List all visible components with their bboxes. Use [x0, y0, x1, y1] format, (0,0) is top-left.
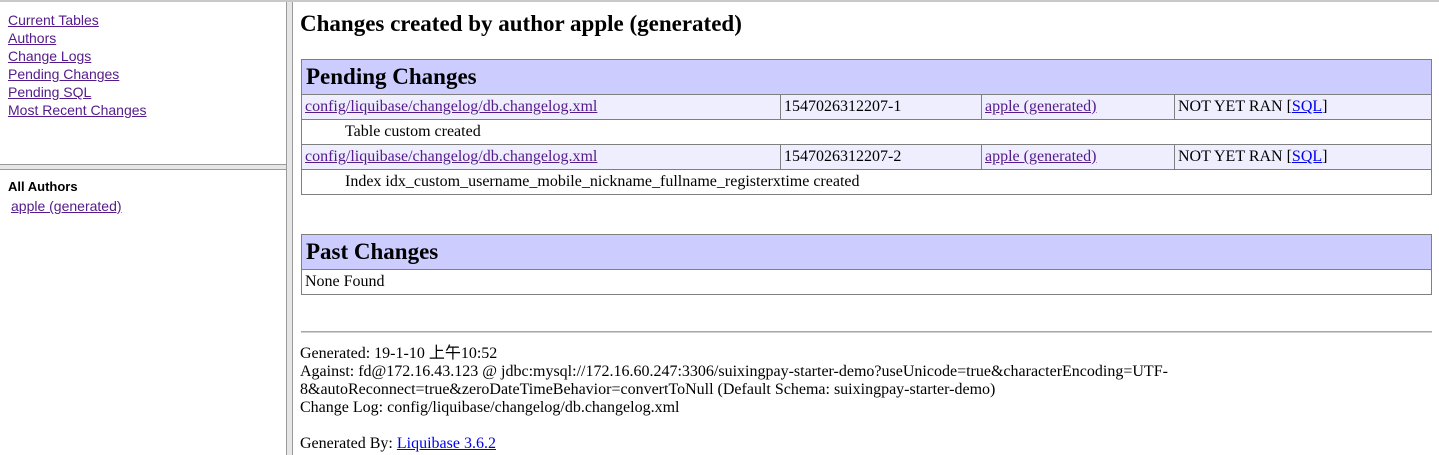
frame-vertical-splitter[interactable] — [286, 2, 293, 455]
sql-link[interactable]: SQL — [1292, 148, 1322, 165]
generated-by-label: Generated By: — [300, 435, 397, 452]
nav-frame: Current Tables Authors Change Logs Pendi… — [0, 2, 286, 166]
changeset-author-link[interactable]: apple (generated) — [985, 98, 1096, 115]
pending-changes-heading: Pending Changes — [301, 59, 1432, 95]
past-changes-table: Past Changes None Found — [301, 234, 1432, 295]
page-title: Changes created by author apple (generat… — [300, 11, 742, 36]
footer: Generated: 19-1-10 上午10:52 Against: fd@1… — [300, 345, 1420, 453]
left-frame: Current Tables Authors Change Logs Pendi… — [0, 2, 286, 455]
nav-change-logs-link[interactable]: Change Logs — [8, 47, 91, 65]
liquibase-link[interactable]: Liquibase 3.6.2 — [397, 435, 496, 452]
nav-most-recent-changes-link[interactable]: Most Recent Changes — [8, 101, 147, 119]
change-log-path: Change Log: config/liquibase/changelog/d… — [300, 399, 680, 416]
changelog-file-link[interactable]: config/liquibase/changelog/db.changelog.… — [305, 98, 597, 115]
changelog-file-link[interactable]: config/liquibase/changelog/db.changelog.… — [305, 148, 597, 165]
no-past-changes-text: None Found — [301, 269, 1432, 295]
changeset-description: Index idx_custom_username_mobile_nicknam… — [301, 169, 1432, 195]
status-text: NOT YET RAN [ — [1178, 148, 1292, 165]
past-changes-heading: Past Changes — [301, 234, 1432, 270]
changeset-status: NOT YET RAN [SQL] — [1174, 144, 1432, 170]
changeset-author-link[interactable]: apple (generated) — [985, 148, 1096, 165]
against-connection-line-2: 8&autoReconnect=true&zeroDateTimeBehavio… — [300, 381, 996, 398]
generated-date: Generated: 19-1-10 上午10:52 — [300, 345, 498, 362]
changeset-id: 1547026312207-2 — [780, 144, 982, 170]
changeset-status: NOT YET RAN [SQL] — [1174, 94, 1432, 120]
table-row: Index idx_custom_username_mobile_nicknam… — [301, 169, 1432, 195]
table-row: Table custom created — [301, 119, 1432, 145]
nav-authors-link[interactable]: Authors — [8, 29, 56, 47]
table-row: config/liquibase/changelog/db.changelog.… — [301, 94, 1432, 120]
changeset-id: 1547026312207-1 — [780, 94, 982, 120]
footer-divider — [301, 331, 1432, 333]
table-row: config/liquibase/changelog/db.changelog.… — [301, 144, 1432, 170]
frame-horizontal-splitter[interactable] — [0, 164, 286, 170]
all-authors-heading: All Authors — [8, 179, 78, 194]
main-frame: Changes created by author apple (generat… — [293, 2, 1439, 455]
author-link-apple[interactable]: apple (generated) — [11, 198, 122, 214]
nav-current-tables-link[interactable]: Current Tables — [8, 11, 99, 29]
status-bracket: ] — [1322, 98, 1328, 115]
generated-by: Generated By: Liquibase 3.6.2 — [300, 435, 1420, 453]
status-bracket: ] — [1322, 148, 1328, 165]
pending-changes-table: Pending Changes config/liquibase/changel… — [301, 59, 1432, 195]
table-row: None Found — [301, 269, 1432, 295]
against-connection-line-1: Against: fd@172.16.43.123 @ jdbc:mysql:/… — [300, 363, 1168, 380]
sql-link[interactable]: SQL — [1292, 98, 1322, 115]
changeset-description: Table custom created — [301, 119, 1432, 145]
nav-pending-changes-link[interactable]: Pending Changes — [8, 65, 119, 83]
nav-pending-sql-link[interactable]: Pending SQL — [8, 83, 91, 101]
status-text: NOT YET RAN [ — [1178, 98, 1292, 115]
